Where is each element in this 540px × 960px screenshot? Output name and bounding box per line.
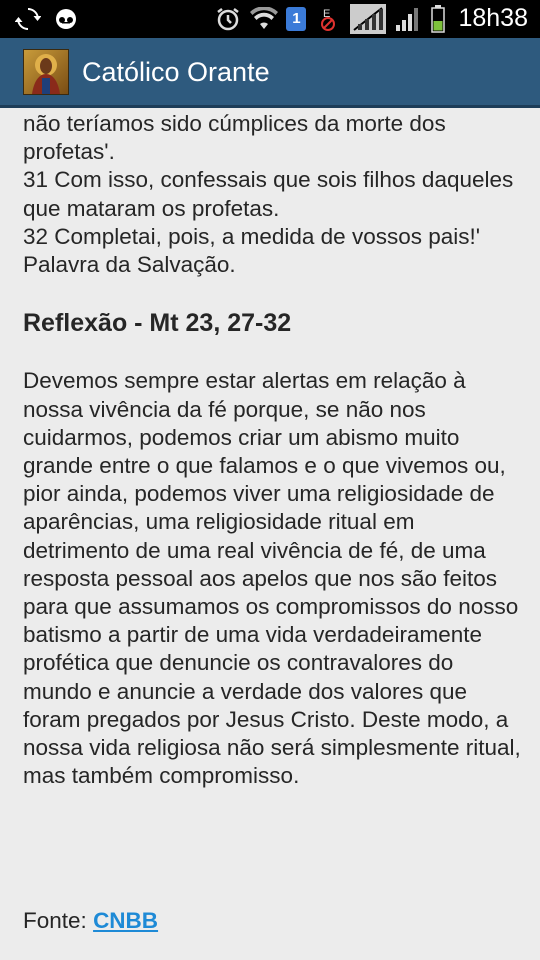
alarm-icon [214, 5, 242, 33]
no-data-icon: E [314, 5, 342, 33]
sync-icon [14, 5, 42, 33]
app-title[interactable]: Católico Orante [82, 57, 270, 88]
signal-icon [350, 3, 387, 34]
clock: 18h38 [458, 4, 528, 32]
voicemail-icon [52, 5, 80, 33]
reflection-text: Devemos sempre estar alertas em relação … [23, 368, 521, 789]
status-bar: 1 E 18h38 [0, 0, 540, 38]
reading-verse-31: 31 Com isso, confessais que sois filhos … [23, 167, 514, 221]
source-link[interactable]: CNBB [93, 908, 158, 933]
signal-icon-2 [394, 5, 422, 33]
wifi-icon [250, 5, 279, 33]
sim-icon: 1 [286, 6, 307, 31]
reflection-heading: Reflexão - Mt 23, 27-32 [23, 309, 292, 338]
source-label: Fonte: [23, 908, 87, 933]
reading-line: não teríamos sido cúmplices da morte dos… [23, 111, 446, 165]
app-logo-icon[interactable] [23, 49, 69, 95]
content-area[interactable]: não teríamos sido cúmplices da morte dos… [23, 110, 523, 790]
action-bar: Católico Orante [0, 38, 540, 108]
reading-verse-32: 32 Completai, pois, a medida de vossos p… [23, 223, 481, 249]
battery-icon [430, 4, 446, 33]
source-line: Fonte: CNBB [23, 908, 158, 934]
reading-closing: Palavra da Salvação. [23, 252, 236, 278]
